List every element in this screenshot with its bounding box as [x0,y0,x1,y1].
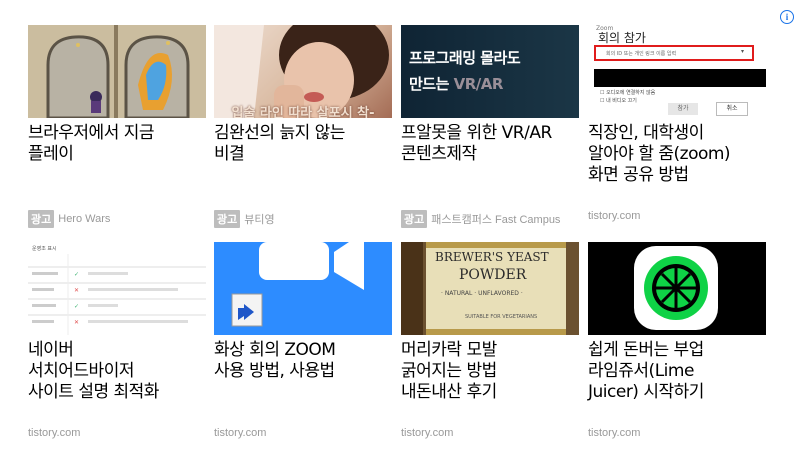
thumbnail-game[interactable] [28,25,206,118]
card-meta: tistory.com [28,427,80,439]
card-naver-search-advisor[interactable]: ✓ ✕ ✓ ✕ 운영조 표시 네이버 서치어드바이저 사이트 설명 최적화 ti… [28,242,206,452]
card-meta: tistory.com [588,427,640,439]
banner-line-1: 프로그래밍 몰라도 [409,49,521,67]
ad-info-icon[interactable]: i [780,10,794,24]
card-title[interactable]: 머리카락 모발 굵어지는 방법 내돈내산 후기 [401,340,579,403]
card-source: tistory.com [401,427,454,439]
card-meta: 광고 Hero Wars [28,210,110,228]
card-source: 뷰티영 [244,214,275,226]
thumbnail-lime[interactable] [588,242,766,335]
bottle-label-3: · NATURAL · UNFLAVORED · [441,290,523,297]
banner-line-2: 만드는 VR/AR [409,73,503,94]
card-source: 패스트캠퍼스 Fast Campus [431,214,561,226]
card-source: Hero Wars [58,213,111,225]
card-title[interactable]: 네이버 서치어드바이저 사이트 설명 최적화 [28,340,206,403]
svg-text:✓: ✓ [74,271,79,278]
banner-line-2-highlight: VR/AR [453,75,504,93]
game-scene-image [28,25,206,118]
ad-badge: 광고 [401,210,428,228]
card-source: tistory.com [28,427,81,439]
svg-text:✓: ✓ [74,303,79,310]
card-hair-review[interactable]: BREWER'S YEAST POWDER · NATURAL · UNFLAV… [401,242,579,452]
zoom-black-bar [594,69,766,87]
card-title[interactable]: 브라우저에서 지금 플레이 [28,123,206,165]
card-title[interactable]: 직장인, 대학생이 알아야 할 줌(zoom) 화면 공유 방법 [588,123,766,186]
bottle-label-2: POWDER [459,267,527,283]
zoom-checkbox-2-label: 내 비디오 끄기 [606,98,637,104]
card-beauty-ad[interactable]: 입술 라인 따라 살포시 착- 김완선의 늙지 않는 비결 광고 뷰티영 [214,25,392,235]
card-fastcampus-ad[interactable]: 프로그래밍 몰라도 만드는 VR/AR 프알못을 위한 VR/AR 콘텐츠제작 … [401,25,579,235]
card-meta: tistory.com [401,427,453,439]
thumbnail-zoom-icon[interactable] [214,242,392,335]
thumbnail-photo[interactable]: 입술 라인 따라 살포시 착- [214,25,392,118]
thumbnail-bottle[interactable]: BREWER'S YEAST POWDER · NATURAL · UNFLAV… [401,242,579,335]
document-screenshot-image: ✓ ✕ ✓ ✕ [28,242,206,335]
card-meta: 광고 패스트캠퍼스 Fast Campus [401,210,560,228]
card-meta: tistory.com [214,427,266,439]
ad-badge: 광고 [214,210,241,228]
card-title[interactable]: 화상 회의 ZOOM 사용 방법, 사용법 [214,340,392,382]
thumbnail-doc[interactable]: ✓ ✕ ✓ ✕ 운영조 표시 [28,242,206,335]
zoom-id-input: 회의 ID 또는 개인 링크 이름 입력 ▾ [594,45,754,61]
zoom-join-button: 참가 [668,103,698,115]
card-hero-wars-ad[interactable]: 브라우저에서 지금 플레이 광고 Hero Wars [28,25,206,235]
zoom-checkbox-1-label: 오디오에 연결하지 않음 [606,90,656,96]
card-source: tistory.com [214,427,267,439]
bottle-label-4: SUITABLE FOR VEGETARIANS [465,314,538,320]
thumbnail-caption: 입술 라인 따라 살포시 착- [231,106,375,118]
zoom-checkbox-1: ☐ 오디오에 연결하지 않음 [600,90,656,96]
recommendation-grid: i 브라우저에서 지금 플레이 광고 Hero Wars 입술 라인 따라 살포… [0,0,803,474]
zoom-dialog-title: 회의 참가 [598,31,646,45]
card-title[interactable]: 김완선의 늙지 않는 비결 [214,123,392,165]
zoom-checkbox-2: ☐ 내 비디오 끄기 [600,98,637,104]
card-zoom-share[interactable]: Zoom 회의 참가 회의 ID 또는 개인 링크 이름 입력 ▾ ☐ 오디오에… [588,25,766,235]
card-lime-juicer[interactable]: 쉽게 돈버는 부업 라임쥬서(Lime Juicer) 시작하기 tistory… [588,242,766,452]
card-meta: 광고 뷰티영 [214,210,275,228]
svg-text:✕: ✕ [74,287,79,294]
thumbnail-banner[interactable]: 프로그래밍 몰라도 만드는 VR/AR [401,25,579,118]
card-source: tistory.com [588,427,641,439]
ad-badge: 광고 [28,210,55,228]
chevron-down-icon: ▾ [740,48,744,55]
zoom-input-placeholder: 회의 ID 또는 개인 링크 이름 입력 [606,51,677,57]
card-zoom-howto[interactable]: 화상 회의 ZOOM 사용 방법, 사용법 tistory.com [214,242,392,452]
card-meta: tistory.com [588,210,640,222]
card-title[interactable]: 쉽게 돈버는 부업 라임쥬서(Lime Juicer) 시작하기 [588,340,766,403]
doc-heading: 운영조 표시 [32,246,57,252]
svg-text:✕: ✕ [74,319,79,326]
lime-logo-icon [588,242,766,335]
banner-line-2-prefix: 만드는 [409,75,449,93]
card-source: tistory.com [588,210,641,222]
zoom-cancel-button: 취소 [716,102,748,116]
card-title[interactable]: 프알못을 위한 VR/AR 콘텐츠제작 [401,123,579,165]
zoom-camera-icon [214,242,392,335]
bottle-label-1: BREWER'S YEAST [435,250,549,264]
thumbnail-zoom-dialog[interactable]: Zoom 회의 참가 회의 ID 또는 개인 링크 이름 입력 ▾ ☐ 오디오에… [588,25,766,118]
